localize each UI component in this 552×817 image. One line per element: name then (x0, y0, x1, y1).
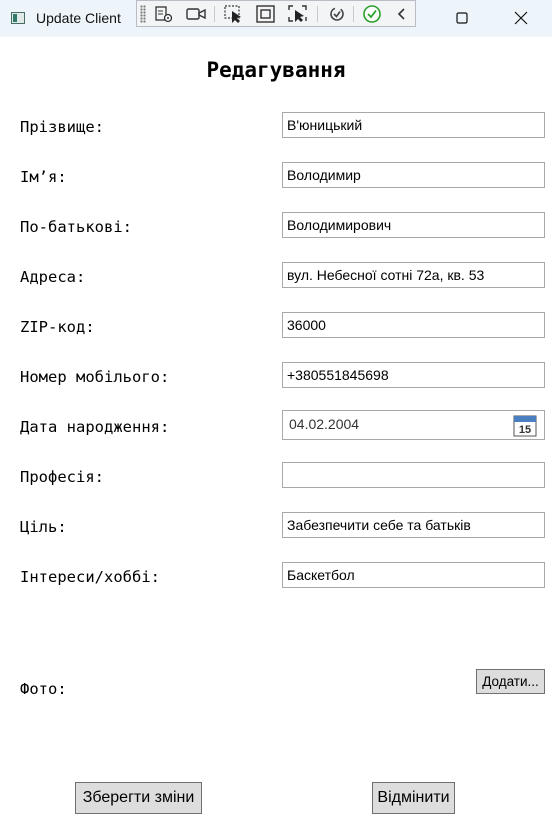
live-visual-tree-icon[interactable] (153, 4, 175, 24)
surname-label: Прізвище: (20, 118, 104, 136)
profession-field[interactable] (282, 462, 545, 488)
birth-date-picker[interactable]: 04.02.2004 15 (282, 410, 545, 440)
interests-label: Інтереси/хоббі: (20, 568, 160, 586)
debug-toolbar (136, 0, 416, 27)
hot-reload-icon[interactable] (326, 4, 348, 24)
title-bar: Update Client (0, 0, 552, 37)
close-icon[interactable] (511, 8, 531, 28)
interests-field[interactable] (282, 562, 545, 588)
mobile-number-field[interactable] (282, 362, 545, 388)
toolbar-grip-icon[interactable] (140, 5, 146, 23)
video-record-icon[interactable] (185, 4, 207, 24)
birth-date-value[interactable]: 04.02.2004 (289, 416, 359, 432)
address-label: Адреса: (20, 268, 86, 286)
track-focus-icon[interactable] (287, 4, 309, 24)
patronymic-label: По-батькові: (20, 218, 132, 236)
maximize-icon[interactable] (452, 8, 472, 28)
collapse-toolbar-chevron-icon[interactable] (391, 4, 413, 24)
toolbar-separator (317, 6, 318, 22)
app-icon (11, 12, 25, 24)
page-title: Редагування (206, 58, 346, 82)
first-name-label: Ім’я: (20, 168, 67, 186)
zip-code-field[interactable] (282, 312, 545, 338)
window-title: Update Client (36, 10, 121, 26)
toolbar-separator (353, 6, 354, 22)
goal-field[interactable] (282, 512, 545, 538)
birth-date-label: Дата народження: (20, 418, 170, 436)
calendar-icon[interactable]: 15 (513, 414, 537, 437)
patronymic-field[interactable] (282, 212, 545, 238)
save-changes-button[interactable]: Зберегти зміни (75, 782, 202, 814)
surname-field[interactable] (282, 112, 545, 138)
calendar-day-number: 15 (519, 424, 531, 436)
cancel-button[interactable]: Відмінити (372, 782, 455, 814)
display-layout-adorners-icon[interactable] (255, 4, 277, 24)
photo-label: Фото: (20, 680, 67, 698)
goal-label: Ціль: (20, 518, 67, 536)
mobile-number-label: Номер мобілього: (20, 368, 170, 386)
toolbar-separator (214, 6, 215, 22)
select-element-icon[interactable] (223, 4, 245, 24)
profession-label: Професія: (20, 468, 104, 486)
add-photo-button[interactable]: Додати... (476, 669, 545, 694)
check-status-icon[interactable] (361, 4, 383, 24)
zip-code-label: ZIP-код: (20, 318, 95, 336)
address-field[interactable] (282, 262, 545, 288)
first-name-field[interactable] (282, 162, 545, 188)
